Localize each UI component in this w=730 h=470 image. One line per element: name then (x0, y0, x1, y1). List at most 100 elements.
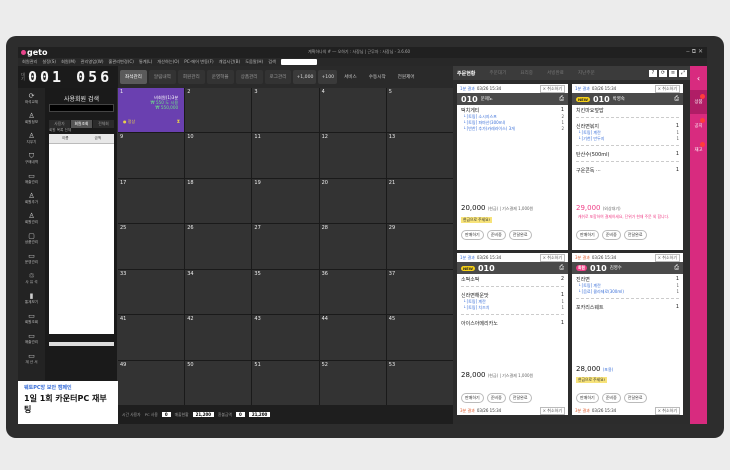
nav-item[interactable]: ▭ 회원조회 (18, 308, 45, 328)
cancel-order-button[interactable]: × 취소하기 (654, 406, 680, 415)
nav-item[interactable]: ▢ 상품관리 (18, 228, 45, 248)
nav-item[interactable]: ♙ 지우기 (18, 128, 45, 148)
printer-icon[interactable]: ⎙ (559, 95, 564, 103)
order-card[interactable]: 1분 결과 03/26 15:34 × 취소하기 010 문제노 ⎙ 떡치게티 1 └ [… (457, 84, 568, 250)
column-header[interactable]: 금액 (82, 136, 115, 141)
menu-item[interactable]: 개업시간(B) (219, 59, 241, 65)
printer-icon[interactable]: ⎙ (674, 95, 679, 103)
delivered-button[interactable]: 전달완료 (508, 393, 532, 403)
cancel-order-button[interactable]: × 취소하기 (539, 84, 565, 93)
preparing-button[interactable]: 준비중 (486, 230, 506, 240)
window-controls[interactable]: ‒ ⧉ ✕ (686, 48, 703, 56)
order-card[interactable]: 1분 결과 03/26 15:34 × 취소하기 NEW 010 박영숙 ⎙ 치킨마요덮밥… (572, 84, 683, 250)
order-tab[interactable]: 주문대기 (489, 70, 506, 76)
tab-logs[interactable]: 로그관리 (264, 70, 292, 84)
tab-products[interactable]: 상품관리 (235, 70, 263, 84)
tab-alerts[interactable]: 알림내역 (148, 70, 176, 84)
seat-cell[interactable]: 20 (319, 178, 386, 224)
nav-item[interactable]: ▭ 매출관리 (18, 328, 45, 348)
promo-banner[interactable]: 웨토PC방 보안 캠페인 1일 1회 카운터PC 재부팅 (18, 381, 118, 424)
order-tab[interactable]: 요리중 (520, 70, 533, 76)
horizontal-scrollbar[interactable] (49, 342, 114, 346)
seat-cell[interactable]: 18 (185, 178, 252, 224)
seat-cell[interactable]: 11 (252, 133, 319, 178)
tab-members[interactable]: 회원관리 (177, 70, 205, 84)
menu-item[interactable]: 개산하는(O) (157, 59, 179, 65)
seat-cell[interactable]: 3 (252, 88, 319, 133)
seat-cell[interactable]: 36 (319, 269, 386, 315)
sell-button[interactable]: 판매하기 (576, 393, 599, 403)
sell-button[interactable]: 판매하기 (461, 230, 484, 240)
seat-cell[interactable]: 29 (386, 224, 453, 269)
seat-cell-active[interactable]: 1 비회원(1)3분 ₩ 550 도 시용 ₩ 550,000 ● 정상 ⧗ (118, 88, 185, 133)
seat-cell[interactable]: 45 (386, 315, 453, 360)
seat-cell[interactable]: 17 (118, 178, 185, 224)
manual-start-button[interactable]: 수동시작 (364, 70, 391, 84)
cancel-order-button[interactable]: × 취소하기 (654, 84, 680, 93)
delivered-button[interactable]: 전달완료 (623, 230, 647, 240)
cancel-order-button[interactable]: × 취소하기 (539, 253, 565, 262)
order-card[interactable]: 3분 결과 03/26 15:34 × 취소하기 회원 010 김영수 ⎙ 진라면 1 └ … (572, 253, 683, 415)
seat-cell[interactable]: 49 (118, 360, 185, 405)
menu-item[interactable]: 홀관리변경(C) (108, 59, 133, 65)
cancel-order-button[interactable]: × 취소하기 (654, 253, 680, 262)
menu-item[interactable]: 관리영업(W) (81, 59, 104, 65)
power-control-button[interactable]: 전원제어 (393, 70, 420, 84)
nav-item[interactable]: ♲ 사 유 석 (18, 268, 45, 288)
member-tab[interactable]: 사용자 (49, 120, 70, 128)
nav-item[interactable]: ▭ 운영관리 (18, 248, 45, 268)
seat-cell[interactable]: 50 (185, 360, 252, 405)
seat-cell[interactable]: 28 (319, 224, 386, 269)
seat-cell[interactable]: 33 (118, 269, 185, 315)
seat-cell[interactable]: 41 (118, 315, 185, 360)
seat-cell[interactable]: 44 (319, 315, 386, 360)
menu-item[interactable]: 회원(M) (61, 59, 76, 65)
preparing-button[interactable]: 준비중 (601, 230, 621, 240)
seat-cell[interactable]: 5 (386, 88, 453, 133)
seat-cell[interactable]: 25 (118, 224, 185, 269)
printer-icon[interactable]: ⎙ (559, 264, 564, 272)
seat-cell[interactable]: 52 (319, 360, 386, 405)
menu-search-input[interactable] (280, 59, 317, 65)
seat-cell[interactable]: 53 (386, 360, 453, 405)
seat-cell[interactable]: 10 (185, 133, 252, 178)
menu-item[interactable]: PC-에어 변동(F) (184, 59, 213, 65)
delivered-button[interactable]: 전달완료 (508, 230, 532, 240)
sidebar-item-stock[interactable]: 재고 (690, 138, 707, 162)
seat-cell[interactable]: 42 (185, 315, 252, 360)
menu-item[interactable]: 통계(L) (139, 59, 152, 65)
sell-button[interactable]: 판매하기 (461, 393, 484, 403)
preparing-button[interactable]: 준비중 (601, 393, 621, 403)
add-100-button[interactable]: +100 (318, 70, 338, 84)
nav-item[interactable]: ▭ 계 산 서 (18, 348, 45, 368)
seat-cell[interactable]: 19 (252, 178, 319, 224)
nav-item[interactable]: ⛉ 구매내역 (18, 148, 45, 168)
preparing-button[interactable]: 준비중 (486, 393, 506, 403)
collapse-chevron-icon[interactable]: ‹ (690, 66, 707, 90)
delivered-button[interactable]: 전달완료 (623, 393, 647, 403)
seat-cell[interactable]: 43 (252, 315, 319, 360)
seat-cell[interactable]: 27 (252, 224, 319, 269)
expand-icon[interactable]: ⤢ (679, 69, 687, 77)
member-table[interactable]: 이름 금액 (49, 134, 114, 334)
menu-icon[interactable]: ≡ (669, 69, 677, 77)
sidebar-item-products[interactable]: 상품 (690, 90, 707, 114)
tab-seat-management[interactable]: 좌석관리 (120, 70, 147, 84)
help-icon[interactable]: ? (649, 69, 657, 77)
sell-button[interactable]: 판매하기 (576, 230, 599, 240)
seat-cell[interactable]: 2 (185, 88, 252, 133)
menu-item[interactable]: 도움말(H) (245, 59, 263, 65)
seat-cell[interactable]: 37 (386, 269, 453, 315)
seat-cell[interactable]: 34 (185, 269, 252, 315)
seat-cell[interactable]: 9 (118, 133, 185, 178)
seat-cell[interactable]: 13 (386, 133, 453, 178)
member-search-input[interactable] (49, 104, 114, 112)
cancel-order-button[interactable]: × 취소하기 (539, 406, 565, 415)
tab-operation[interactable]: 운영혁율 (206, 70, 234, 84)
nav-item[interactable]: ♙ 회원추가 (18, 188, 45, 208)
column-header[interactable]: 이름 (49, 136, 82, 141)
menu-item[interactable]: 회원관리 (22, 59, 37, 65)
nav-item[interactable]: ♙ 회원정보 (18, 108, 45, 128)
add-1000-button[interactable]: +1,000 (293, 70, 317, 84)
printer-icon[interactable]: ⎙ (674, 264, 679, 272)
